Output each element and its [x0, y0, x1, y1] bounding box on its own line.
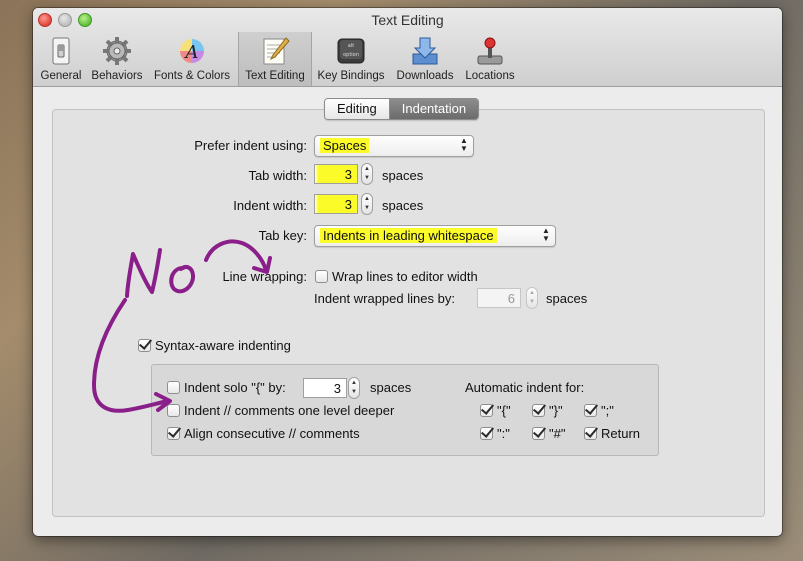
tab-indentation[interactable]: Indentation [389, 99, 479, 119]
auto-indent-close-brace-label: "}" [549, 403, 563, 418]
toolbar-item-text-editing[interactable]: Text Editing [238, 32, 312, 86]
indent-width-stepper[interactable]: ▲ ▼ [361, 193, 373, 215]
popup-arrows-icon: ▲ ▼ [542, 226, 550, 243]
svg-text:option: option [343, 52, 359, 58]
fonts-colors-icon: A [180, 39, 204, 63]
prefer-indent-value: Spaces [320, 138, 370, 153]
indent-width-field[interactable]: 3 [314, 194, 358, 214]
tab-width-stepper[interactable]: ▲ ▼ [361, 163, 373, 185]
toolbar-item-general[interactable]: General [39, 32, 83, 86]
toolbar-item-locations[interactable]: Locations [461, 32, 519, 86]
light-switch-icon [52, 37, 70, 65]
svg-text:A: A [184, 42, 199, 63]
tab-width-field[interactable]: 3 [314, 164, 358, 184]
align-comments-label: Align consecutive // comments [184, 426, 360, 441]
indent-wrapped-unit: spaces [546, 291, 588, 306]
tab-key-value: Indents in leading whitespace [320, 228, 497, 243]
indent-comments-checkbox[interactable] [167, 404, 180, 417]
toolbar-item-downloads[interactable]: Downloads [393, 32, 457, 86]
gear-icon [103, 37, 131, 65]
auto-indent-colon-checkbox[interactable] [480, 427, 493, 440]
indent-solo-label: Indent solo "{" by: [184, 380, 286, 395]
auto-indent-hash-label: "#" [549, 426, 566, 441]
svg-text:alt: alt [348, 43, 354, 49]
auto-indent-colon-label: ":" [497, 426, 510, 441]
tab-segmented-control: Editing Indentation [324, 98, 480, 120]
wrap-lines-checkbox[interactable] [315, 270, 328, 283]
toolbar-label: Downloads [396, 70, 454, 82]
auto-indent-open-brace-checkbox[interactable] [480, 404, 493, 417]
toolbar-label: Key Bindings [317, 70, 385, 82]
indent-solo-unit: spaces [370, 380, 412, 395]
prefer-indent-label: Prefer indent using: [194, 138, 307, 153]
joystick-icon [477, 37, 503, 65]
wrap-lines-label: Wrap lines to editor width [332, 269, 478, 284]
toolbar-label: Text Editing [245, 70, 305, 82]
tab-width-unit: spaces [382, 168, 424, 183]
text-editing-icon [263, 37, 290, 65]
indent-solo-stepper[interactable]: ▲ ▼ [348, 377, 360, 399]
toolbar-label: Locations [465, 70, 515, 82]
auto-indent-close-brace-checkbox[interactable] [532, 404, 545, 417]
tab-editing[interactable]: Editing [325, 99, 390, 119]
popup-arrows-icon: ▲ ▼ [460, 136, 468, 153]
indent-wrapped-label: Indent wrapped lines by: [314, 291, 455, 306]
indent-wrapped-stepper[interactable]: ▲ ▼ [526, 287, 538, 309]
toolbar-label: Behaviors [91, 70, 143, 82]
auto-indent-label: Automatic indent for: [465, 380, 585, 395]
toolbar-label: Fonts & Colors [153, 70, 231, 82]
auto-indent-open-brace-label: "{" [497, 403, 511, 418]
syntax-options-box: Indent solo "{" by: 3 ▲ ▼ spaces Indent /… [151, 364, 659, 456]
auto-indent-hash-checkbox[interactable] [532, 427, 545, 440]
preferences-window: Text Editing General Behaviors A Fonts &… [33, 8, 782, 536]
auto-indent-semicolon-label: ";" [601, 403, 614, 418]
align-comments-checkbox[interactable] [167, 427, 180, 440]
auto-indent-return-checkbox[interactable] [584, 427, 597, 440]
line-wrapping-label: Line wrapping: [222, 269, 307, 284]
auto-indent-return-label: Return [601, 426, 641, 441]
prefer-indent-popup[interactable]: Spaces ▲ ▼ [314, 135, 474, 157]
toolbar-item-behaviors[interactable]: Behaviors [89, 32, 145, 86]
syntax-aware-checkbox[interactable] [138, 339, 151, 352]
indent-solo-checkbox[interactable] [167, 381, 180, 394]
indent-wrapped-field[interactable]: 6 [477, 288, 521, 308]
auto-indent-semicolon-checkbox[interactable] [584, 404, 597, 417]
toolbar-label: General [40, 70, 82, 82]
toolbar: Text Editing General Behaviors A Fonts &… [33, 8, 782, 87]
indent-solo-field[interactable]: 3 [303, 378, 347, 398]
toolbar-item-fonts-colors[interactable]: A Fonts & Colors [151, 32, 233, 86]
tab-key-label: Tab key: [258, 228, 307, 243]
indent-comments-label: Indent // comments one level deeper [184, 403, 395, 418]
indent-width-label: Indent width: [233, 198, 307, 213]
toolbar-item-key-bindings[interactable]: alt option Key Bindings [315, 32, 387, 86]
indent-width-unit: spaces [382, 198, 424, 213]
tab-width-label: Tab width: [248, 168, 307, 183]
window-title: Text Editing [371, 12, 444, 28]
option-key-icon: alt option [337, 38, 365, 64]
tab-key-popup[interactable]: Indents in leading whitespace ▲ ▼ [314, 225, 556, 247]
downloads-icon [412, 37, 438, 65]
syntax-aware-label: Syntax-aware indenting [155, 338, 291, 353]
